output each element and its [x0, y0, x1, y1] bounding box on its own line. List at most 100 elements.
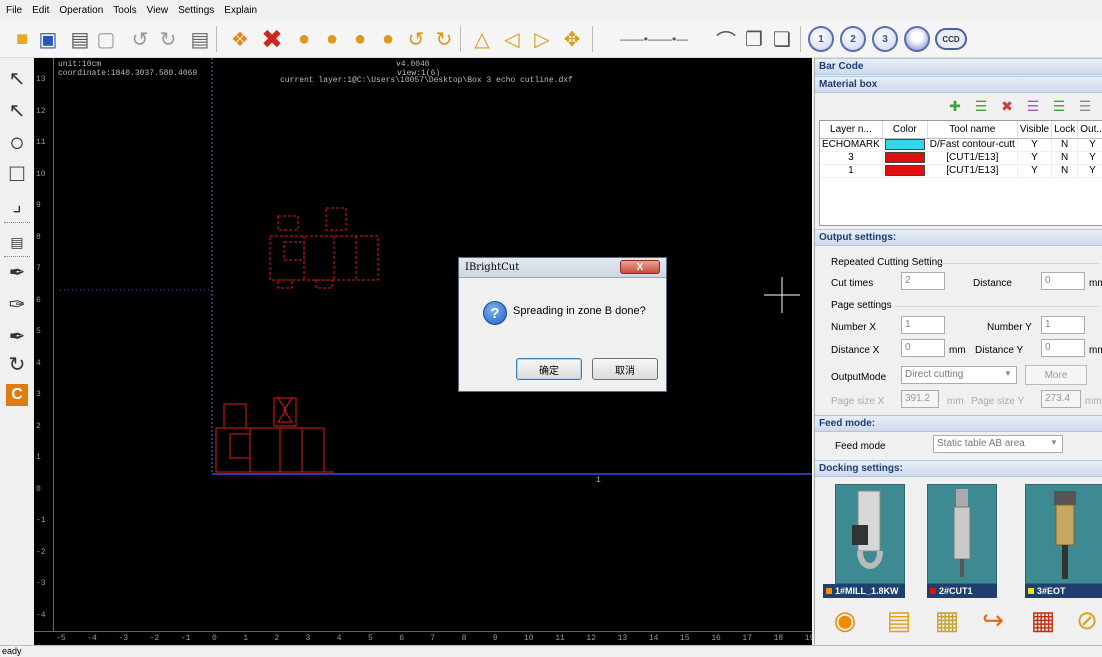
- distance-input[interactable]: 0: [1041, 272, 1085, 290]
- color-swatch[interactable]: [884, 164, 925, 176]
- copy-shape-icon[interactable]: ❐: [740, 25, 768, 53]
- col-visible[interactable]: Visible: [1017, 121, 1053, 139]
- rotate-90-icon[interactable]: ●: [346, 25, 374, 53]
- rectangle-tool-icon[interactable]: □: [4, 160, 30, 188]
- output-settings-header[interactable]: Output settings:: [815, 229, 1102, 246]
- undo-icon[interactable]: ↺: [126, 25, 154, 53]
- menu-edit[interactable]: Edit: [32, 5, 49, 16]
- delete-icon[interactable]: ✖: [258, 24, 286, 54]
- move-origin-icon[interactable]: ✥: [558, 25, 586, 53]
- origin-center-button[interactable]: [904, 26, 930, 52]
- origin-3-button[interactable]: 3: [872, 26, 898, 52]
- ccd-button[interactable]: CCD: [935, 28, 967, 50]
- barcode-header[interactable]: Bar Code: [815, 58, 1102, 75]
- select-arrow-icon[interactable]: ↖: [4, 64, 30, 92]
- pen-tool-icon[interactable]: ✒: [4, 258, 30, 286]
- table-row[interactable]: 3 [CUT1/E13] Y N Y: [820, 151, 1102, 165]
- color-swatch[interactable]: [884, 138, 925, 150]
- ok-button[interactable]: 确定: [516, 358, 582, 380]
- feed-mode-header[interactable]: Feed mode:: [815, 415, 1102, 432]
- circle-tool-icon[interactable]: ○: [4, 127, 30, 157]
- col-out[interactable]: Out...: [1077, 121, 1102, 139]
- color-swatch[interactable]: [884, 151, 925, 163]
- transform-icon[interactable]: ❖: [226, 25, 254, 53]
- rotate-cw-icon[interactable]: ↻: [430, 25, 458, 53]
- cell-out[interactable]: Y: [1077, 151, 1102, 165]
- dock-mill[interactable]: 1#MILL_1.8KW: [823, 584, 905, 598]
- cancel-button[interactable]: 取消: [592, 358, 658, 380]
- origin-1-button[interactable]: 1: [808, 26, 834, 52]
- eot-tool-image[interactable]: [1025, 484, 1102, 584]
- cell-out[interactable]: Y: [1077, 138, 1102, 152]
- cell-visible[interactable]: Y: [1017, 151, 1053, 165]
- rotate-45-icon[interactable]: ●: [318, 25, 346, 53]
- paste-icon[interactable]: ▤: [66, 25, 94, 53]
- mill-tool-image[interactable]: [835, 484, 905, 584]
- rotate-ccw-icon[interactable]: ↺: [402, 25, 430, 53]
- knife-tool-icon[interactable]: ✑: [4, 290, 30, 318]
- drawing-canvas[interactable]: 131211109876543210-1-2-3-4-5 -5-4-3-2-10…: [34, 58, 812, 645]
- loop-tool-icon[interactable]: ↻: [4, 350, 30, 378]
- dock-eot[interactable]: 3#EOT: [1025, 584, 1102, 598]
- delete-layer-icon[interactable]: ✖: [995, 98, 1019, 116]
- play-icon[interactable]: ◉: [827, 602, 863, 638]
- origin-2-button[interactable]: 2: [840, 26, 866, 52]
- save-icon[interactable]: ▣: [34, 25, 62, 53]
- cut-logo-icon[interactable]: C: [6, 384, 28, 406]
- cell-lock[interactable]: N: [1051, 138, 1079, 152]
- cell-lock[interactable]: N: [1051, 164, 1079, 178]
- grid-table-icon[interactable]: ▦: [1025, 602, 1061, 638]
- menu-explain[interactable]: Explain: [224, 5, 257, 16]
- distance-x-input[interactable]: 0: [901, 339, 945, 357]
- material-box-header[interactable]: Material box: [815, 76, 1102, 93]
- feed-mode-select[interactable]: Static table AB area ▼: [933, 435, 1063, 453]
- material-roll-icon[interactable]: ▦: [929, 602, 965, 638]
- rotate-180-icon[interactable]: ●: [374, 25, 402, 53]
- document-icon[interactable]: ▤: [186, 25, 214, 53]
- dock-cut1[interactable]: 2#CUT1: [927, 584, 997, 598]
- arc-icon[interactable]: ⌒: [712, 25, 740, 53]
- dialog-close-button[interactable]: X: [620, 260, 660, 274]
- number-x-input[interactable]: 1: [901, 316, 945, 334]
- col-tool[interactable]: Tool name: [927, 121, 1018, 139]
- ruler-icon[interactable]: ▤: [4, 228, 30, 256]
- cell-visible[interactable]: Y: [1017, 164, 1053, 178]
- polyline-tool-icon[interactable]: ⌟: [4, 190, 30, 218]
- add-layer-icon[interactable]: ✚: [943, 98, 967, 116]
- table-row[interactable]: 1 [CUT1/E13] Y N Y: [820, 164, 1102, 178]
- stack-shape-icon[interactable]: ❏: [768, 25, 796, 53]
- menu-operation[interactable]: Operation: [59, 5, 103, 16]
- menu-settings[interactable]: Settings: [178, 5, 214, 16]
- menu-view[interactable]: View: [147, 5, 169, 16]
- col-layer[interactable]: Layer n...: [820, 121, 883, 139]
- col-lock[interactable]: Lock: [1051, 121, 1079, 139]
- more-button[interactable]: More: [1025, 365, 1087, 385]
- rotate-15-icon[interactable]: ●: [290, 25, 318, 53]
- cut-times-input[interactable]: 2: [901, 272, 945, 290]
- cell-out[interactable]: Y: [1077, 164, 1102, 178]
- mirror-horizontal-icon[interactable]: ◁: [498, 25, 526, 53]
- open-folder-icon[interactable]: ■: [8, 25, 36, 53]
- mirror-both-icon[interactable]: ▷: [528, 25, 556, 53]
- menu-file[interactable]: File: [6, 5, 22, 16]
- node-select-icon[interactable]: ↖: [4, 96, 30, 124]
- table-row[interactable]: ECHOMARK D/Fast contour-cutt Y N Y: [820, 138, 1102, 152]
- bed-icon[interactable]: ▤: [881, 602, 917, 638]
- crease-tool-icon[interactable]: ✒: [4, 322, 30, 350]
- return-home-icon[interactable]: ↪: [975, 602, 1011, 638]
- move-down-layer-icon[interactable]: ☰: [1047, 98, 1071, 116]
- clipboard-icon[interactable]: ▢: [92, 25, 120, 53]
- cell-visible[interactable]: Y: [1017, 138, 1053, 152]
- move-up-layer-icon[interactable]: ☰: [1021, 98, 1045, 116]
- redo-icon[interactable]: ↻: [154, 25, 182, 53]
- line-style-icon[interactable]: ——•——•—: [600, 25, 708, 53]
- output-mode-select[interactable]: Direct cutting ▼: [901, 366, 1017, 384]
- col-color[interactable]: Color: [882, 121, 928, 139]
- menu-tools[interactable]: Tools: [113, 5, 136, 16]
- insert-layer-icon[interactable]: ☰: [969, 98, 993, 116]
- mirror-vertical-icon[interactable]: △: [468, 25, 496, 53]
- stop-icon[interactable]: ⊘: [1069, 602, 1102, 638]
- docking-settings-header[interactable]: Docking settings:: [815, 460, 1102, 477]
- cell-lock[interactable]: N: [1051, 151, 1079, 165]
- layer-props-icon[interactable]: ☰: [1073, 98, 1097, 116]
